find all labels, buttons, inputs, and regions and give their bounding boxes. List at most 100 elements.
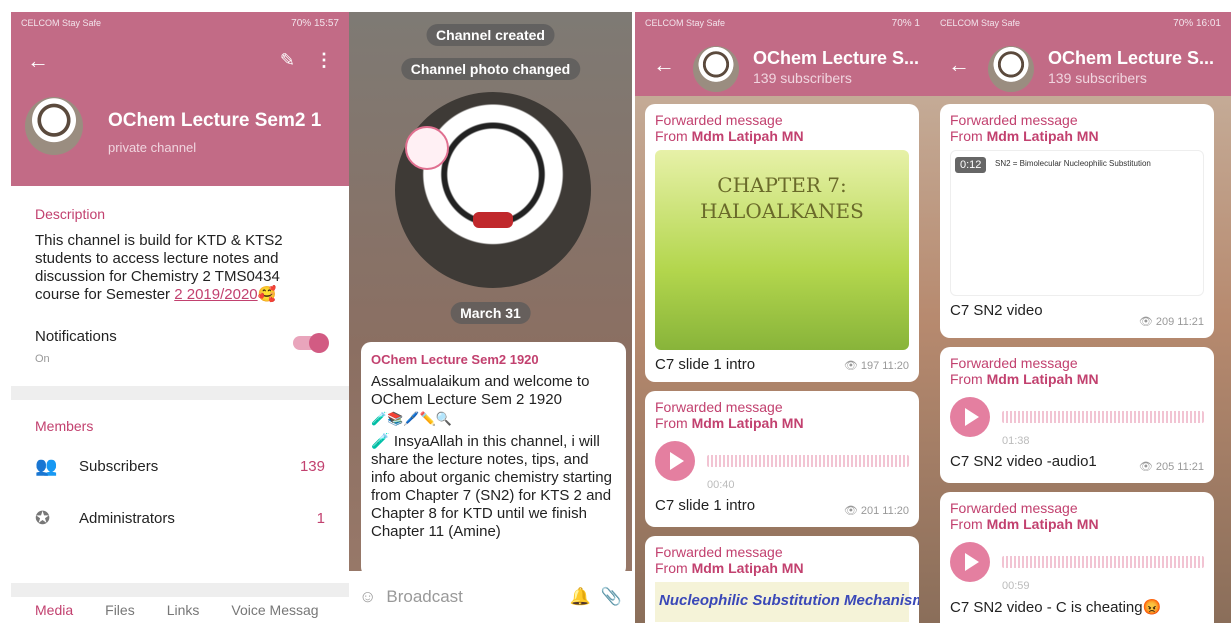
carrier-text: CELCOM Stay Safe — [940, 18, 1021, 28]
arrow-left-icon[interactable]: ← — [653, 52, 675, 78]
channel-title: OChem Lecture Sem2 1 — [108, 110, 322, 131]
message-meta: 👁 205 11:21 — [1139, 460, 1204, 473]
message-bubble[interactable]: Forwarded message From Mdm Latipah MN 01… — [940, 347, 1214, 483]
administrators-row[interactable]: ✪ Administrators 1 — [35, 492, 325, 544]
description-emoji: 🥰 — [257, 286, 277, 303]
play-icon[interactable] — [655, 441, 695, 481]
message-time: 11:20 — [882, 360, 909, 372]
forwarded-from-prefix: From — [655, 560, 692, 576]
voice-player — [950, 397, 1204, 437]
forwarded-from-prefix: From — [655, 415, 692, 431]
arrow-left-icon[interactable]: ← — [948, 52, 970, 78]
eye-icon: 👁 — [843, 360, 858, 372]
eye-icon: 👁 — [1138, 316, 1153, 328]
pencil-icon[interactable]: ✎ — [280, 50, 295, 71]
subscribers-label: Subscribers — [79, 457, 159, 475]
waveform[interactable] — [1002, 411, 1204, 423]
message-time: 11:21 — [1177, 461, 1204, 473]
channel-avatar[interactable] — [988, 46, 1034, 92]
tab-media[interactable]: Media — [35, 602, 73, 618]
emoji-icon[interactable]: ☺ — [359, 587, 376, 607]
message-bubble[interactable]: Forwarded message From Mdm Latipah MN 00… — [940, 492, 1214, 623]
forwarded-from-prefix: From — [950, 371, 987, 387]
slide-image[interactable]: CHAPTER 7: HALOALKANES — [655, 150, 909, 350]
notifications-state: On — [35, 353, 50, 365]
section-divider — [11, 386, 349, 400]
message-line-2: 🧪 InsyaAllah in this channel, i will sha… — [371, 433, 612, 540]
forwarded-from[interactable]: Mdm Latipah MN — [692, 415, 804, 431]
channel-chat-screen-1: CELCOM Stay Safe 70% 1 ← OChem Lecture S… — [635, 12, 930, 623]
view-count: 197 — [860, 360, 880, 372]
view-count: 209 — [1155, 316, 1175, 328]
waveform[interactable] — [707, 455, 909, 467]
video-thumbnail[interactable]: 0:12 SN2 = Bimolecular Nucleophilic Subs… — [950, 150, 1204, 296]
description-section: Description This channel is build for KT… — [11, 186, 349, 304]
subscribers-row[interactable]: 👥 Subscribers 139 — [35, 440, 325, 492]
channel-avatar[interactable] — [693, 46, 739, 92]
paperclip-icon[interactable]: 📎 — [601, 587, 622, 607]
forwarded-from[interactable]: Mdm Latipah MN — [987, 128, 1099, 144]
play-icon[interactable] — [950, 542, 990, 582]
chat-title[interactable]: OChem Lecture S... — [1048, 48, 1214, 69]
play-icon[interactable] — [950, 397, 990, 437]
subscriber-count: 139 subscribers — [753, 70, 852, 86]
message-bubble[interactable]: Forwarded message From Mdm Latipah MN 0:… — [940, 104, 1214, 338]
people-icon: 👥 — [35, 455, 58, 476]
composer-bar: ☺ Broadcast 🔔 📎 — [349, 571, 632, 623]
members-label: Members — [35, 418, 94, 434]
notifications-row[interactable]: Notifications On — [11, 304, 349, 380]
bell-icon[interactable]: 🔔 — [570, 587, 591, 607]
video-duration: 0:12 — [955, 157, 987, 173]
chat-header: CELCOM Stay Safe 70% 16:01 ← OChem Lectu… — [930, 12, 1231, 96]
eye-icon: 👁 — [843, 505, 858, 517]
message-bubble[interactable]: Forwarded message From Mdm Latipah MN 00… — [645, 391, 919, 527]
welcome-message[interactable]: OChem Lecture Sem2 1920 Assalmualaikum a… — [361, 342, 626, 577]
arrow-left-icon[interactable]: ← — [27, 50, 49, 72]
tab-links[interactable]: Links — [167, 602, 200, 618]
message-time: 11:20 — [882, 505, 909, 517]
photo-bow-tie — [473, 212, 513, 228]
voice-duration: 01:38 — [1002, 435, 1030, 447]
administrators-count: 1 — [316, 509, 325, 527]
more-vertical-icon[interactable]: ⋮ — [315, 50, 333, 71]
tab-files[interactable]: Files — [105, 602, 135, 618]
forwarded-from[interactable]: Mdm Latipah MN — [692, 128, 804, 144]
carrier-text: CELCOM Stay Safe — [645, 18, 726, 28]
forwarded-from[interactable]: Mdm Latipah MN — [987, 371, 1099, 387]
message-meta: 👁 201 11:20 — [844, 504, 909, 517]
channel-chat-start: Channel created Channel photo changed Ma… — [349, 12, 632, 623]
channel-info-header: CELCOM Stay Safe 70% 15:57 ← ✎ ⋮ OChem L… — [11, 12, 349, 186]
message-bubble[interactable]: Forwarded message From Mdm Latipah MN Nu… — [645, 536, 919, 623]
message-bubble[interactable]: Forwarded message From Mdm Latipah MN CH… — [645, 104, 919, 382]
battery-time: 70% 15:57 — [291, 17, 339, 29]
channel-type: private channel — [108, 140, 197, 155]
waveform[interactable] — [1002, 556, 1204, 568]
slide-banner[interactable]: Nucleophilic Substitution Mechanism SN2 — [655, 582, 919, 622]
description-link[interactable]: 2 2019/2020 — [174, 286, 257, 303]
channel-avatar[interactable] — [25, 97, 83, 155]
tab-voice-messages[interactable]: Voice Messag — [231, 602, 318, 618]
media-tabs: Media Files Links Voice Messag — [11, 583, 349, 623]
message-meta: 👁 197 11:20 — [844, 359, 909, 372]
voice-duration: 00:40 — [707, 479, 735, 491]
channel-photo[interactable] — [395, 92, 591, 288]
subscribers-count: 139 — [299, 457, 325, 475]
chat-title[interactable]: OChem Lecture S... — [753, 48, 919, 69]
message-meta: 👁 209 11:21 — [1139, 315, 1204, 328]
voice-player — [655, 441, 909, 481]
forwarded-from[interactable]: Mdm Latipah MN — [987, 516, 1099, 532]
message-emojis: 🧪📚🖊️✏️🔍 — [371, 411, 452, 426]
eye-icon: 👁 — [1138, 461, 1153, 473]
notifications-toggle[interactable] — [293, 333, 329, 353]
description-label: Description — [35, 206, 106, 222]
forwarded-from[interactable]: Mdm Latipah MN — [692, 560, 804, 576]
service-channel-created: Channel created — [426, 24, 555, 46]
view-count: 205 — [1155, 461, 1175, 473]
date-badge: March 31 — [450, 302, 531, 324]
chat-header: CELCOM Stay Safe 70% 1 ← OChem Lecture S… — [635, 12, 930, 96]
broadcast-input[interactable]: Broadcast — [386, 587, 463, 607]
status-bar: CELCOM Stay Safe 70% 15:57 — [11, 12, 349, 34]
forwarded-label: Forwarded message — [950, 500, 1078, 516]
channel-chat-screen-2: CELCOM Stay Safe 70% 16:01 ← OChem Lectu… — [930, 12, 1231, 623]
view-count: 201 — [860, 505, 880, 517]
